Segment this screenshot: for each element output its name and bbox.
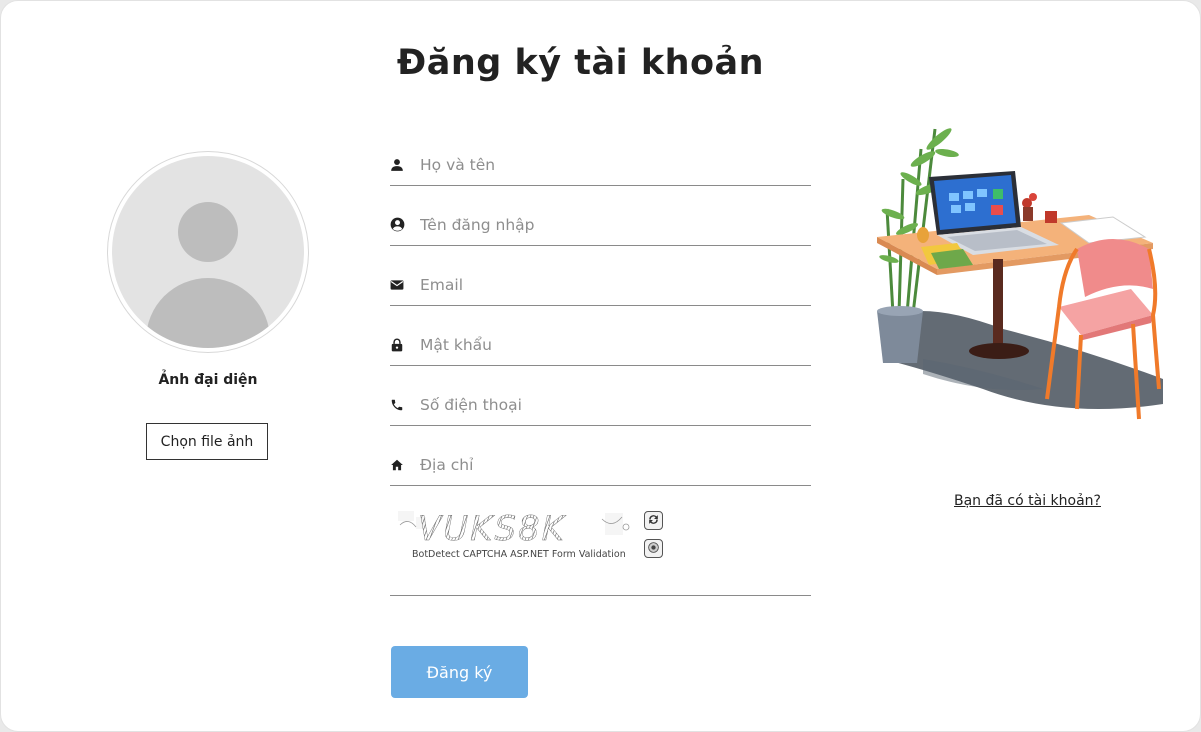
username-input[interactable] [420, 213, 805, 237]
captcha-reload-button[interactable] [644, 511, 663, 530]
avatar-label: Ảnh đại diện [158, 372, 258, 388]
person-icon [390, 157, 404, 171]
address-input[interactable] [420, 453, 805, 477]
reload-icon [647, 513, 660, 529]
avatar-placeholder-icon [112, 156, 304, 348]
login-link[interactable]: Bạn đã có tài khoản? [954, 493, 1101, 509]
home-icon [390, 457, 404, 471]
fullname-field [390, 149, 811, 186]
lock-icon [390, 337, 404, 352]
phone-input[interactable] [420, 393, 805, 417]
captcha-sound-button[interactable] [644, 539, 663, 558]
account-circle-icon [390, 217, 405, 232]
fullname-input[interactable] [420, 153, 805, 177]
register-card: Đăng ký tài khoản Ảnh đại diện Chọn file… [0, 0, 1201, 732]
captcha-caption: BotDetect CAPTCHA ASP.NET Form Validatio… [412, 549, 626, 560]
page-title: Đăng ký tài khoản [396, 43, 765, 83]
desk-illustration [863, 119, 1167, 431]
register-button[interactable]: Đăng ký [391, 646, 528, 698]
phone-icon [390, 397, 404, 411]
password-field [390, 329, 811, 366]
speaker-icon [647, 541, 660, 557]
choose-file-button[interactable]: Chọn file ảnh [146, 423, 268, 460]
captcha-code: VUKS8K [398, 509, 630, 549]
email-input[interactable] [420, 273, 805, 297]
address-field [390, 449, 811, 486]
phone-field [390, 389, 811, 426]
avatar-preview [107, 151, 309, 353]
captcha-block: VUKS8K BotDetect CAPTCHA ASP.NET Form Va… [390, 507, 663, 561]
email-field [390, 269, 811, 306]
svg-text:VUKS8K: VUKS8K [418, 509, 567, 547]
captcha-image: VUKS8K [390, 507, 640, 553]
username-field [390, 209, 811, 246]
captcha-field [390, 565, 811, 596]
password-input[interactable] [420, 333, 805, 357]
mail-icon [390, 277, 404, 291]
captcha-input[interactable] [390, 569, 805, 591]
